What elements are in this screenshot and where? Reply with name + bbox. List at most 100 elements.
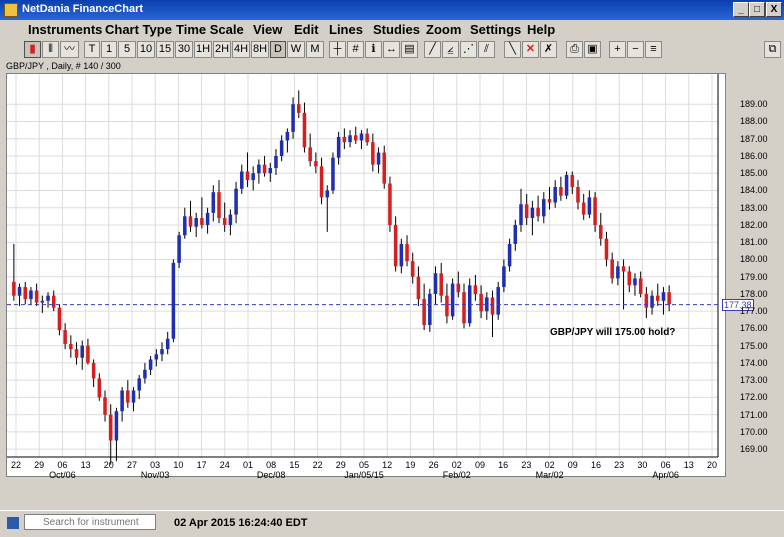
candle-body bbox=[433, 273, 438, 294]
candle-body bbox=[547, 199, 552, 203]
candle-body bbox=[410, 261, 415, 277]
y-tick-label: 188.00 bbox=[740, 116, 768, 127]
month-label: Mar/02 bbox=[535, 470, 564, 480]
candle-body bbox=[587, 197, 592, 215]
bar-chart-icon[interactable]: ⫴ bbox=[42, 41, 59, 58]
timescale-5min-button[interactable]: 5 bbox=[118, 41, 136, 58]
x-tick-label: 12 bbox=[382, 460, 393, 470]
close-button[interactable]: X bbox=[766, 2, 782, 17]
candle-body bbox=[388, 183, 392, 225]
trendline-icon[interactable]: ╲ bbox=[504, 41, 521, 58]
menu-chart-type[interactable]: Chart Type bbox=[105, 22, 172, 37]
candle-body bbox=[126, 390, 130, 403]
delete-icon[interactable]: ✕ bbox=[522, 41, 539, 58]
zoom-out-icon[interactable]: − bbox=[627, 41, 644, 58]
zoom-reset-icon[interactable]: ≡ bbox=[645, 41, 662, 58]
minimize-button[interactable]: _ bbox=[733, 2, 749, 17]
candle-body bbox=[222, 218, 227, 225]
timescale-monthly-button[interactable]: M bbox=[306, 41, 324, 58]
candle-body bbox=[542, 199, 546, 217]
candle-body bbox=[188, 216, 193, 227]
y-tick-label: 181.00 bbox=[740, 237, 768, 248]
timescale-30min-button[interactable]: 30 bbox=[175, 41, 193, 58]
draw-channel-icon[interactable]: ⫽ bbox=[478, 41, 495, 58]
month-label: Dec/08 bbox=[256, 470, 286, 480]
timescale-2h-button[interactable]: 2H bbox=[213, 41, 231, 58]
timescale-1h-button[interactable]: 1H bbox=[194, 41, 212, 58]
title-bar: NetDania FinanceChart _ □ X bbox=[0, 0, 784, 20]
price-chart[interactable]: 177.38 GBP/JPY will 175.00 hold? 169.00 1… bbox=[6, 73, 768, 480]
crosshair-icon[interactable]: ┼ bbox=[329, 41, 346, 58]
candle-body bbox=[655, 295, 660, 301]
candle-body bbox=[524, 204, 529, 219]
timescale-1min-button[interactable]: 1 bbox=[101, 41, 117, 58]
print-icon[interactable]: ⎙ bbox=[566, 41, 583, 58]
scroll-icon[interactable]: ↔ bbox=[383, 41, 400, 58]
timescale-8h-button[interactable]: 8H bbox=[251, 41, 269, 58]
candle-body bbox=[473, 285, 478, 294]
candle-body bbox=[342, 137, 347, 143]
draw-angle-icon[interactable]: ⦤ bbox=[442, 41, 459, 58]
menu-bar: Instruments Chart Type Time Scale View E… bbox=[0, 20, 784, 40]
menu-time-scale[interactable]: Time Scale bbox=[176, 22, 244, 37]
candle-body bbox=[51, 295, 56, 308]
x-tick-label: 22 bbox=[10, 460, 21, 470]
menu-edit[interactable]: Edit bbox=[294, 22, 319, 37]
menu-instruments[interactable]: Instruments bbox=[28, 22, 102, 37]
maximize-button[interactable]: □ bbox=[749, 2, 765, 17]
info-icon[interactable]: ℹ bbox=[365, 41, 382, 58]
x-tick-label: 06 bbox=[660, 460, 671, 470]
status-datetime: 02 Apr 2015 16:24:40 EDT bbox=[174, 517, 308, 529]
candle-body bbox=[69, 343, 73, 350]
candle-body bbox=[445, 295, 449, 317]
grid-icon[interactable]: # bbox=[347, 41, 364, 58]
menu-lines[interactable]: Lines bbox=[329, 22, 363, 37]
menu-studies[interactable]: Studies bbox=[373, 22, 420, 37]
month-label: Apr/06 bbox=[652, 470, 679, 480]
month-label: Feb/02 bbox=[442, 470, 471, 480]
menu-view[interactable]: View bbox=[253, 22, 282, 37]
line-chart-icon[interactable]: 〰 bbox=[60, 41, 79, 58]
timescale-4h-button[interactable]: 4H bbox=[232, 41, 250, 58]
candle-body bbox=[114, 411, 119, 441]
search-input[interactable] bbox=[24, 514, 156, 530]
candle-body bbox=[365, 133, 369, 143]
candle-body bbox=[331, 157, 335, 191]
candle-body bbox=[46, 295, 50, 301]
y-tick-label: 185.00 bbox=[740, 168, 768, 179]
x-tick-label: 19 bbox=[405, 460, 416, 470]
timescale-weekly-button[interactable]: W bbox=[287, 41, 305, 58]
print-preview-icon[interactable]: ▣ bbox=[584, 41, 601, 58]
candle-body bbox=[74, 349, 79, 358]
x-tick-label: 24 bbox=[219, 460, 230, 470]
draw-line-icon[interactable]: ╱ bbox=[424, 41, 441, 58]
timescale-daily-button[interactable]: D bbox=[270, 41, 286, 58]
timescale-10min-button[interactable]: 10 bbox=[137, 41, 155, 58]
candle-body bbox=[137, 378, 141, 391]
panel-restore-icon[interactable]: ⧉ bbox=[764, 41, 781, 58]
menu-help[interactable]: Help bbox=[527, 22, 555, 37]
y-tick-label: 184.00 bbox=[740, 185, 768, 196]
candle-body bbox=[633, 278, 637, 286]
app-icon bbox=[4, 3, 18, 17]
candlestick-chart-icon[interactable]: ▮ bbox=[24, 41, 41, 58]
draw-fan-icon[interactable]: ⋰ bbox=[460, 41, 477, 58]
candle-body bbox=[519, 204, 523, 225]
y-tick-label: 183.00 bbox=[740, 202, 768, 213]
x-tick-label: 01 bbox=[242, 460, 253, 470]
candle-body bbox=[564, 174, 569, 196]
x-tick-label: 27 bbox=[126, 460, 137, 470]
candle-body bbox=[217, 192, 221, 219]
candle-body bbox=[97, 378, 102, 398]
timescale-15min-button[interactable]: 15 bbox=[156, 41, 174, 58]
candle-body bbox=[627, 271, 632, 286]
delete-all-icon[interactable]: ✗ bbox=[540, 41, 557, 58]
y-tick-label: 169.00 bbox=[740, 444, 768, 455]
menu-settings[interactable]: Settings bbox=[470, 22, 521, 37]
candle-body bbox=[319, 166, 324, 198]
candle-body bbox=[120, 390, 124, 412]
volume-icon[interactable]: ▤ bbox=[401, 41, 418, 58]
menu-zoom[interactable]: Zoom bbox=[426, 22, 461, 37]
timescale-tick-button[interactable]: T bbox=[84, 41, 100, 58]
zoom-in-icon[interactable]: + bbox=[609, 41, 626, 58]
